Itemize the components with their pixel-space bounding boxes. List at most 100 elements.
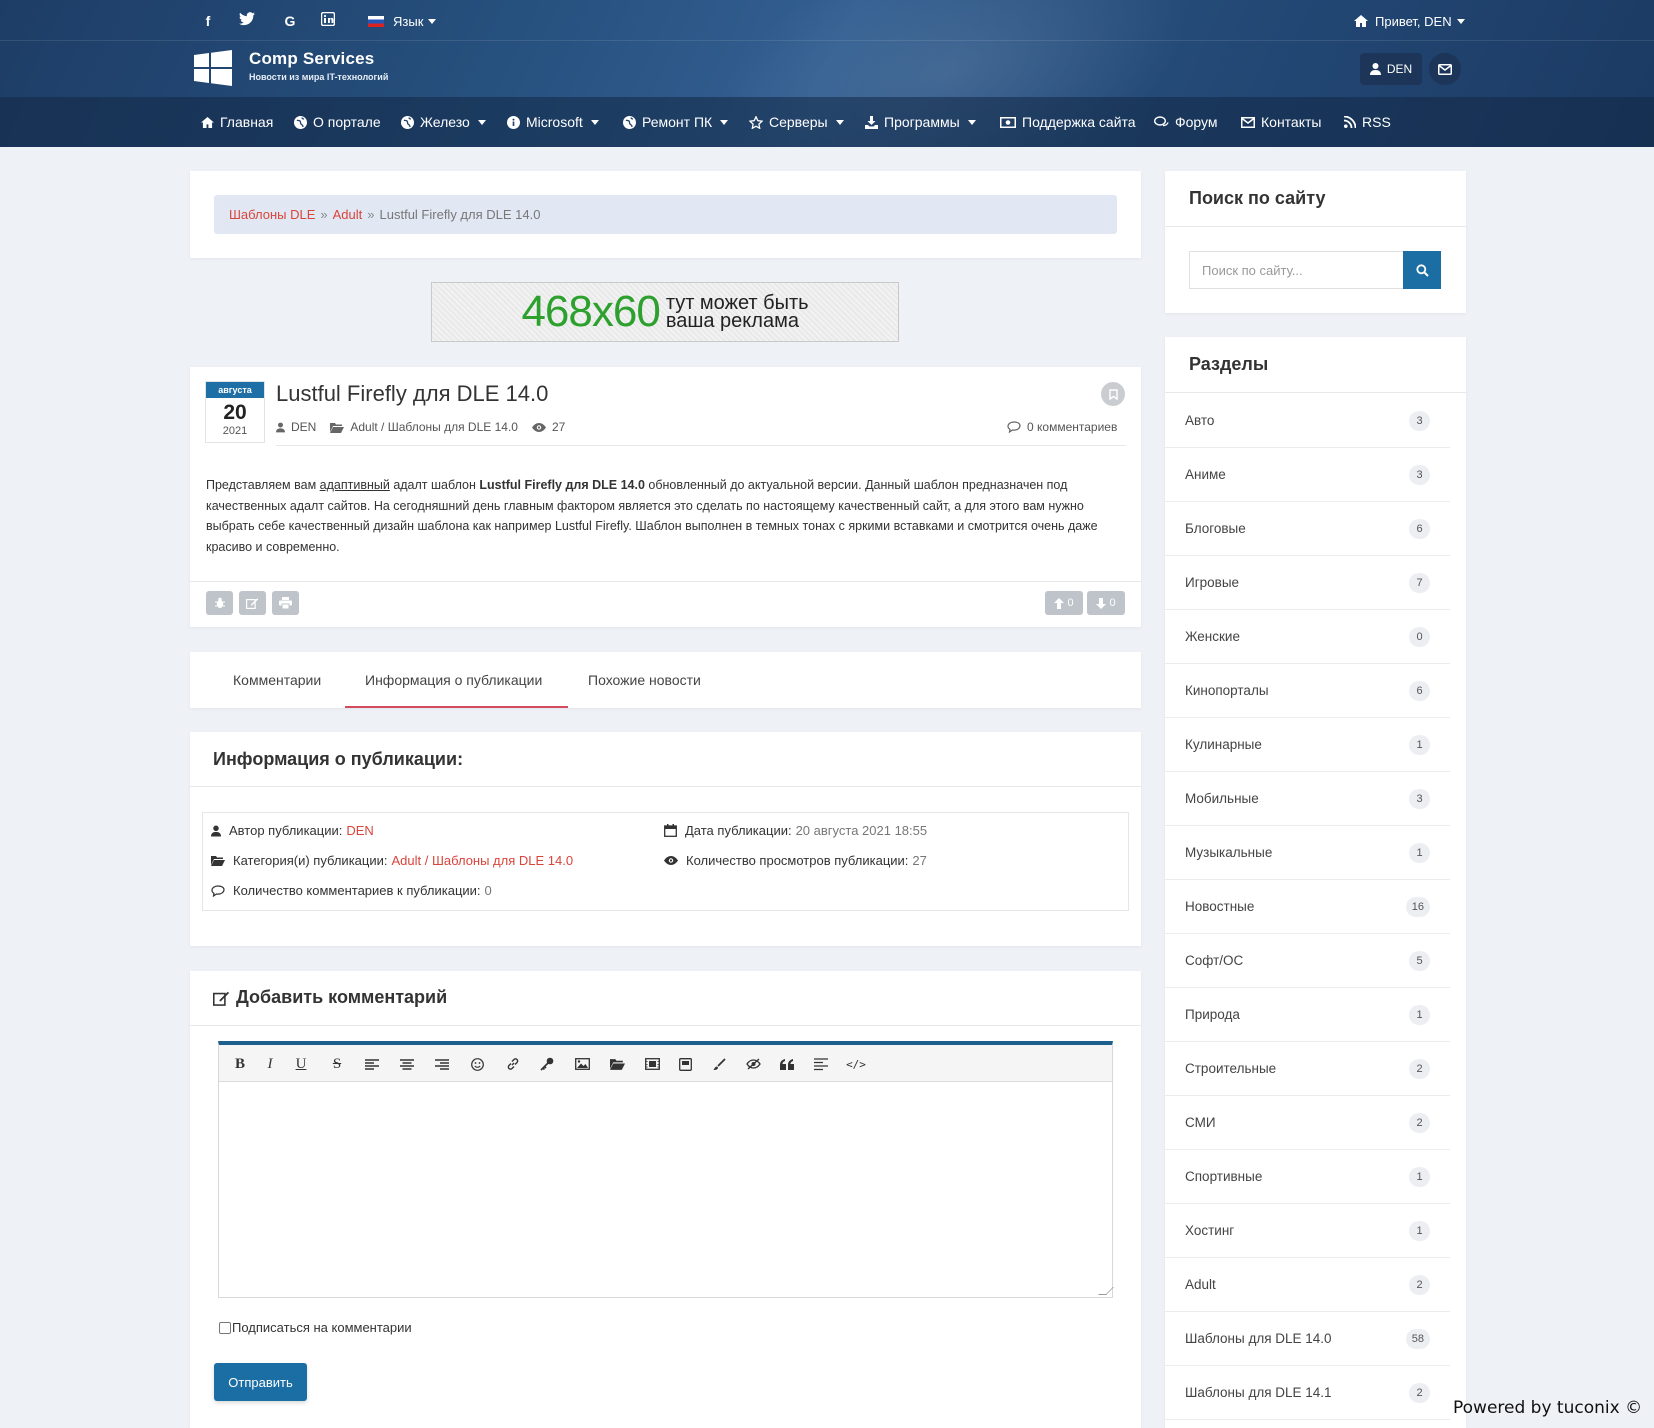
tab-similar-news[interactable]: Похожие новости <box>588 652 701 708</box>
print-button[interactable] <box>272 591 299 615</box>
rating-up-button[interactable]: 0 <box>1045 591 1083 615</box>
category-count-badge: 6 <box>1409 680 1430 701</box>
category-item[interactable]: Adult 2 <box>1165 1258 1450 1312</box>
category-item[interactable]: Новостные 16 <box>1165 880 1450 934</box>
key-icon[interactable] <box>537 1054 557 1074</box>
video-icon[interactable] <box>642 1054 662 1074</box>
google-icon[interactable]: G <box>281 12 299 30</box>
align-center-icon[interactable] <box>397 1054 417 1074</box>
rating-down-button[interactable]: 0 <box>1087 591 1125 615</box>
breadcrumb-link[interactable]: Adult <box>333 207 363 222</box>
underline-icon[interactable]: U <box>291 1054 311 1074</box>
nav-item-contacts[interactable]: Контакты <box>1241 97 1321 147</box>
category-item[interactable]: Авто 3 <box>1165 394 1450 448</box>
nav-item-hardware[interactable]: Железо <box>401 97 486 147</box>
article-category[interactable]: Adult / Шаблоны для DLE 14.0 <box>350 420 518 434</box>
tab-comments[interactable]: Комментарии <box>233 652 321 708</box>
search-button[interactable] <box>1403 251 1441 289</box>
divider <box>276 445 1126 446</box>
nav-item-pc-repair[interactable]: Ремонт ПК <box>623 97 729 147</box>
info-category-value[interactable]: Adult / Шаблоны для DLE 14.0 <box>391 853 573 868</box>
messages-button[interactable] <box>1429 53 1461 85</box>
bold-icon[interactable]: B <box>230 1054 250 1074</box>
category-item[interactable]: Аниме 3 <box>1165 448 1450 502</box>
search-widget-title: Поиск по сайту <box>1189 188 1326 208</box>
code-icon[interactable]: </> <box>846 1054 866 1074</box>
nav-item-forum[interactable]: Форум <box>1154 97 1218 147</box>
align-right-icon[interactable] <box>432 1054 452 1074</box>
media-icon[interactable] <box>675 1054 695 1074</box>
info-author-value[interactable]: DEN <box>346 823 373 838</box>
user-greeting[interactable]: Привет, DEN <box>1354 12 1465 30</box>
user-profile-button[interactable]: DEN <box>1360 53 1422 85</box>
italic-icon[interactable]: I <box>260 1054 280 1074</box>
category-item[interactable]: Музыкальные 1 <box>1165 826 1450 880</box>
body-link[interactable]: адаптивный <box>320 478 390 492</box>
windows-logo-icon[interactable] <box>194 50 232 86</box>
category-name: Авто <box>1185 413 1215 428</box>
category-item[interactable]: Кинопорталы 6 <box>1165 664 1450 718</box>
quote-icon[interactable] <box>777 1054 797 1074</box>
search-placeholder: Поиск по сайту... <box>1202 262 1303 278</box>
subscribe-checkbox[interactable] <box>219 1321 231 1334</box>
nav-item-microsoft[interactable]: Microsoft <box>507 97 599 147</box>
article-author[interactable]: DEN <box>291 420 316 434</box>
info-views-row: Количество просмотров публикации: 27 <box>664 853 927 868</box>
category-item[interactable]: Природа 1 <box>1165 988 1450 1042</box>
nav-item-rss[interactable]: RSS <box>1344 97 1391 147</box>
nav-label: Microsoft <box>526 114 583 130</box>
rss-icon <box>1344 116 1356 128</box>
category-item[interactable]: СМИ 2 <box>1165 1096 1450 1150</box>
nav-item-about[interactable]: О портале <box>294 97 381 147</box>
list-icon[interactable] <box>811 1054 831 1074</box>
link-icon[interactable] <box>503 1054 523 1074</box>
nav-item-support[interactable]: Поддержка сайта <box>1000 97 1136 147</box>
subscribe-option[interactable]: Подписаться на комментарии <box>219 1320 412 1335</box>
greeting-label: Привет, DEN <box>1375 13 1452 29</box>
category-item[interactable]: Блоговые 6 <box>1165 502 1450 556</box>
comment-editor[interactable]: B I U S </> <box>218 1041 1114 1298</box>
category-count-badge: 1 <box>1409 842 1430 863</box>
category-item[interactable]: Игровые 7 <box>1165 556 1450 610</box>
category-item[interactable]: Софт/ОС 5 <box>1165 934 1450 988</box>
resize-handle[interactable] <box>1098 1287 1114 1295</box>
hide-icon[interactable] <box>743 1054 763 1074</box>
brush-icon[interactable] <box>709 1054 729 1074</box>
complaint-button[interactable] <box>206 591 233 615</box>
category-name: Строительные <box>1185 1061 1277 1076</box>
bookmark-button[interactable] <box>1101 382 1125 406</box>
category-count-badge: 3 <box>1409 410 1430 431</box>
category-item[interactable]: Шаблоны для DLE 14.0 58 <box>1165 1312 1450 1366</box>
edit-button[interactable] <box>239 591 266 615</box>
category-item[interactable]: Кулинарные 1 <box>1165 718 1450 772</box>
brand[interactable]: Comp Services Новости из мира IT-техноло… <box>249 49 388 82</box>
breadcrumb-link[interactable]: Шаблоны DLE <box>229 207 315 222</box>
nav-item-servers[interactable]: Серверы <box>749 97 844 147</box>
tab-publication-info[interactable]: Информация о публикации <box>365 652 542 708</box>
article-title[interactable]: Lustful Firefly для DLE 14.0 <box>276 381 548 407</box>
category-count-badge: 0 <box>1409 626 1430 647</box>
envelope-icon <box>1438 63 1452 75</box>
twitter-icon[interactable] <box>239 12 257 30</box>
search-input[interactable]: Поиск по сайту... <box>1189 251 1403 289</box>
nav-item-home[interactable]: Главная <box>201 97 273 147</box>
category-item[interactable]: Шаблоны для DLE 14.1 2 <box>1165 1366 1450 1420</box>
image-icon[interactable] <box>572 1054 592 1074</box>
facebook-icon[interactable]: f <box>199 12 217 30</box>
article-comments-count[interactable]: 0 комментариев <box>1007 420 1117 434</box>
strikethrough-icon[interactable]: S <box>327 1054 347 1074</box>
category-item[interactable]: Женские 0 <box>1165 610 1450 664</box>
editor-toolbar: B I U S </> <box>219 1045 1112 1082</box>
nav-item-programs[interactable]: Программы <box>865 97 976 147</box>
folder-icon[interactable] <box>607 1054 627 1074</box>
category-item[interactable]: Хостинг 1 <box>1165 1204 1450 1258</box>
linkedin-icon[interactable] <box>321 12 339 30</box>
align-left-icon[interactable] <box>362 1054 382 1074</box>
ad-banner[interactable]: 468x60 тут может быть ваша реклама <box>431 282 899 342</box>
category-item[interactable]: Мобильные 3 <box>1165 772 1450 826</box>
language-selector[interactable]: Язык <box>368 12 437 30</box>
category-item[interactable]: Спортивные 1 <box>1165 1150 1450 1204</box>
submit-button[interactable]: Отправить <box>214 1363 307 1401</box>
category-item[interactable]: Строительные 2 <box>1165 1042 1450 1096</box>
smiley-icon[interactable] <box>467 1054 487 1074</box>
